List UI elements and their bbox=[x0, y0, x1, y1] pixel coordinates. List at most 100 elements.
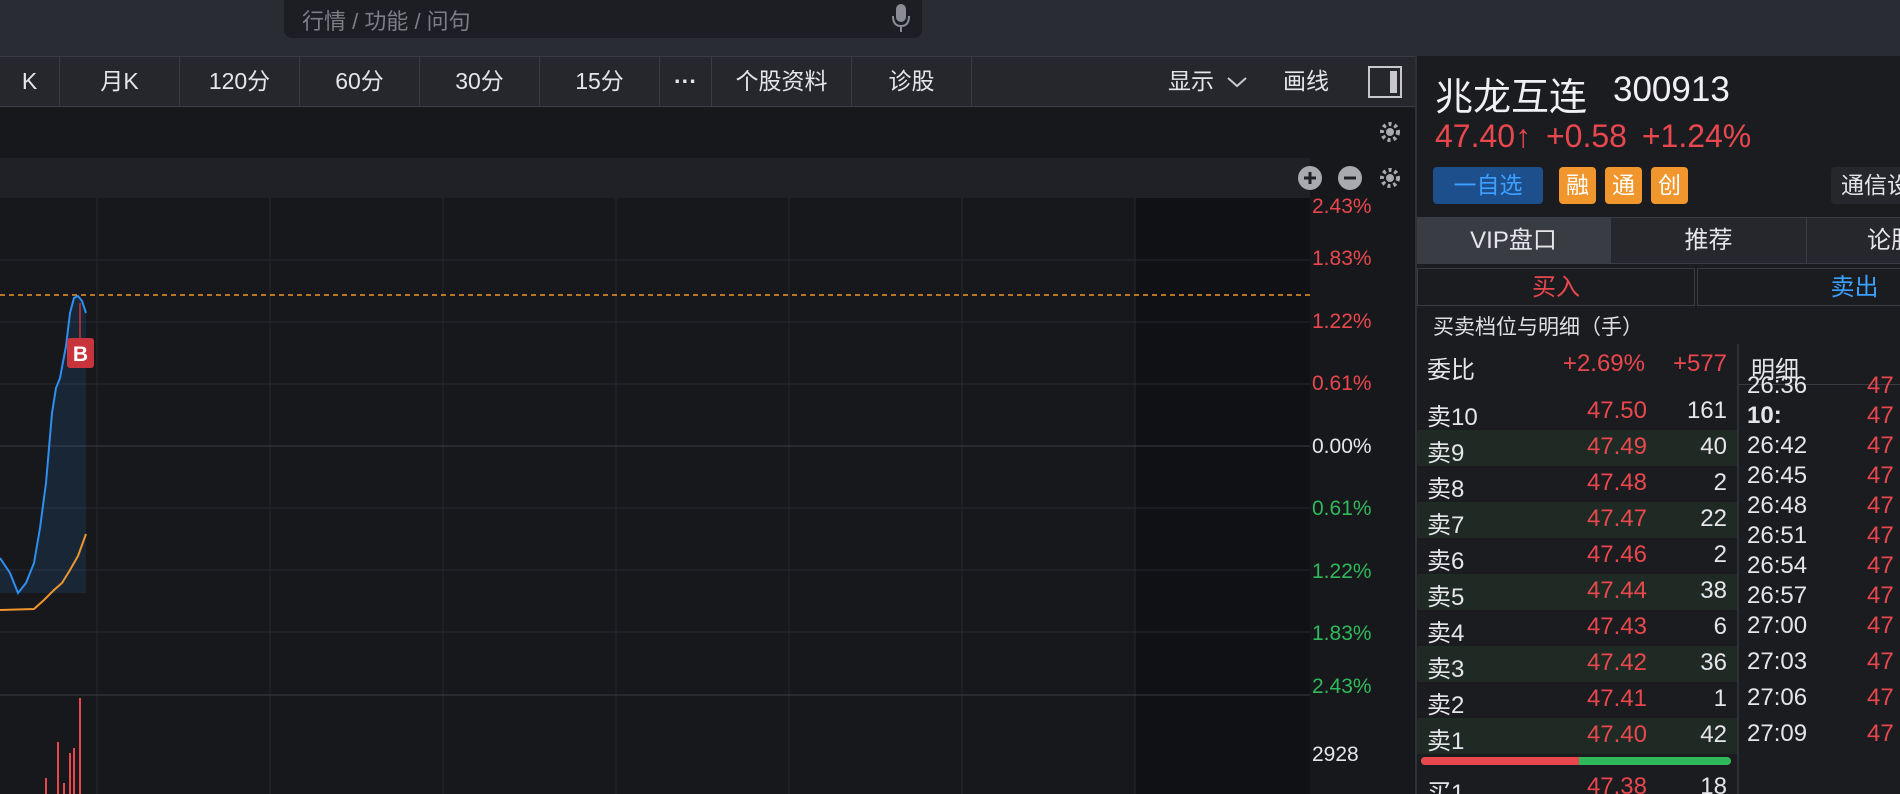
ask-label: 卖2 bbox=[1427, 692, 1465, 719]
chevron-down-icon bbox=[1227, 77, 1248, 88]
detail-price: 47 bbox=[1867, 720, 1894, 747]
detail-price: 47 bbox=[1867, 372, 1894, 399]
bid-row-1[interactable]: 买1 47.38 18 bbox=[1417, 770, 1737, 794]
margin-badge[interactable]: 融 bbox=[1559, 167, 1596, 204]
display-menu[interactable]: 显示 bbox=[1168, 57, 1248, 106]
y-label-down-3: 1.83% bbox=[1312, 622, 1372, 645]
panel-toggle-icon[interactable] bbox=[1367, 65, 1403, 99]
quote-panel: 兆龙互连 300913 47.40↑ +0.58 +1.24% 一自选 融 通 … bbox=[1415, 56, 1900, 794]
bid-volume: 18 bbox=[1700, 773, 1727, 794]
volume-label: 2928 bbox=[1312, 743, 1359, 766]
price-change: +0.58 bbox=[1545, 118, 1627, 154]
detail-time: 26:54 bbox=[1747, 552, 1808, 579]
ask-price: 47.42 bbox=[1586, 649, 1647, 676]
detail-time: 27:09 bbox=[1747, 720, 1808, 747]
detail-price: 47 bbox=[1867, 684, 1894, 711]
microphone-icon[interactable] bbox=[890, 2, 912, 34]
ask-volume: 1 bbox=[1713, 685, 1727, 712]
ask-volume: 42 bbox=[1700, 721, 1727, 748]
intraday-chart[interactable]: B bbox=[0, 198, 1310, 794]
detail-price: 47 bbox=[1867, 522, 1894, 549]
bid-price: 47.38 bbox=[1586, 773, 1647, 794]
ask-volume: 38 bbox=[1700, 577, 1727, 604]
diagnose-button[interactable]: 诊股 bbox=[852, 57, 972, 106]
stock-name: 兆龙互连 bbox=[1435, 77, 1588, 119]
ask-label: 卖8 bbox=[1427, 476, 1465, 503]
y-label-up-3: 1.83% bbox=[1312, 247, 1372, 270]
ask-price: 47.46 bbox=[1586, 541, 1647, 568]
zoom-in-icon[interactable] bbox=[1296, 164, 1324, 192]
ask-volume: 6 bbox=[1713, 613, 1727, 640]
tab-forum[interactable]: 论股 bbox=[1807, 218, 1900, 263]
display-label: 显示 bbox=[1168, 68, 1214, 94]
ask-row-1[interactable]: 卖1 47.40 42 bbox=[1417, 718, 1737, 755]
chinext-badge[interactable]: 创 bbox=[1651, 167, 1688, 204]
ratio-label: 委比 bbox=[1427, 357, 1475, 384]
detail-time: 26:57 bbox=[1747, 582, 1808, 609]
ask-row-3[interactable]: 卖3 47.42 36 bbox=[1417, 646, 1737, 683]
ask-label: 卖6 bbox=[1427, 548, 1465, 575]
detail-time: 27:00 bbox=[1747, 612, 1808, 639]
ask-label: 卖3 bbox=[1427, 656, 1465, 683]
y-label-down-1: 0.61% bbox=[1312, 497, 1372, 520]
gear-icon[interactable] bbox=[1376, 118, 1404, 146]
stock-profile-button[interactable]: 个股资料 bbox=[712, 57, 852, 106]
industry-tag[interactable]: 通信设 bbox=[1831, 167, 1900, 204]
ask-volume: 22 bbox=[1700, 505, 1727, 532]
order-ratio-row: 委比 +2.69% +577 bbox=[1417, 344, 1737, 384]
ask-price: 47.44 bbox=[1586, 577, 1647, 604]
ask-row-6[interactable]: 卖6 47.46 2 bbox=[1417, 538, 1737, 575]
ask-row-2[interactable]: 卖2 47.41 1 bbox=[1417, 682, 1737, 719]
ask-label: 卖1 bbox=[1427, 728, 1465, 755]
more-periods-button[interactable]: ··· bbox=[660, 57, 712, 106]
chart-toolbar: K 月K 120分 60分 30分 15分 ··· 个股资料 诊股 显示 画线 bbox=[0, 56, 1415, 107]
ask-price: 47.43 bbox=[1586, 613, 1647, 640]
detail-price: 47 bbox=[1867, 492, 1894, 519]
chart-subbar bbox=[0, 158, 1310, 198]
after-hours-shade bbox=[1135, 198, 1310, 794]
detail-time: 26:45 bbox=[1747, 462, 1808, 489]
ask-row-9[interactable]: 卖9 47.49 40 bbox=[1417, 430, 1737, 467]
remove-watchlist-button[interactable]: 一自选 bbox=[1433, 167, 1543, 204]
price-summary: 47.40↑ +0.58 +1.24% bbox=[1435, 118, 1751, 155]
tab-60min[interactable]: 60分 bbox=[300, 57, 420, 106]
bid-label: 买1 bbox=[1427, 780, 1465, 794]
chart-settings-icon[interactable] bbox=[1376, 164, 1404, 192]
ask-row-4[interactable]: 卖4 47.43 6 bbox=[1417, 610, 1737, 647]
tab-120min[interactable]: 120分 bbox=[180, 57, 300, 106]
y-label-up-1: 0.61% bbox=[1312, 372, 1372, 395]
detail-time: 27:06 bbox=[1747, 684, 1808, 711]
detail-time: 26:51 bbox=[1747, 522, 1808, 549]
ask-row-5[interactable]: 卖5 47.44 38 bbox=[1417, 574, 1737, 611]
tab-vip-orderbook[interactable]: VIP盘口 bbox=[1417, 218, 1611, 263]
trade-detail-list[interactable]: 明细 26:36 47 10: 47 26:42 47 26:45 47 26:48 47… bbox=[1737, 344, 1900, 794]
search-box[interactable]: 行情 / 功能 / 问句 bbox=[284, 0, 922, 38]
y-label-up-2: 1.22% bbox=[1312, 310, 1372, 333]
ask-row-10[interactable]: 卖10 47.50 161 bbox=[1417, 394, 1737, 431]
draw-line-button[interactable]: 画线 bbox=[1283, 57, 1329, 106]
ratio-percent: +2.69% bbox=[1562, 350, 1645, 377]
ask-row-7[interactable]: 卖7 47.47 22 bbox=[1417, 502, 1737, 539]
ask-price: 47.49 bbox=[1586, 433, 1647, 460]
detail-time: 27:03 bbox=[1747, 648, 1808, 675]
search-input[interactable]: 行情 / 功能 / 问句 bbox=[302, 4, 471, 36]
stock-code: 300913 bbox=[1613, 70, 1730, 109]
connect-badge[interactable]: 通 bbox=[1605, 167, 1642, 204]
tab-recommend[interactable]: 推荐 bbox=[1611, 218, 1807, 263]
buy-button[interactable]: 买入 bbox=[1417, 268, 1695, 306]
ask-volume: 2 bbox=[1713, 541, 1727, 568]
tab-30min[interactable]: 30分 bbox=[420, 57, 540, 106]
panel-tabs: VIP盘口 推荐 论股 bbox=[1417, 217, 1900, 264]
tab-monthly-k[interactable]: 月K bbox=[60, 57, 180, 106]
detail-price: 47 bbox=[1867, 432, 1894, 459]
sell-button[interactable]: 卖出 bbox=[1697, 268, 1900, 306]
ratio-sell-fill bbox=[1421, 757, 1580, 765]
tab-k[interactable]: K bbox=[0, 57, 60, 106]
tab-15min[interactable]: 15分 bbox=[540, 57, 660, 106]
ask-row-8[interactable]: 卖8 47.48 2 bbox=[1417, 466, 1737, 503]
y-label-up-4: 2.43% bbox=[1312, 195, 1372, 218]
ask-volume: 36 bbox=[1700, 649, 1727, 676]
zoom-out-icon[interactable] bbox=[1336, 164, 1364, 192]
last-price: 47.40↑ bbox=[1435, 118, 1532, 154]
detail-time: 26:48 bbox=[1747, 492, 1808, 519]
